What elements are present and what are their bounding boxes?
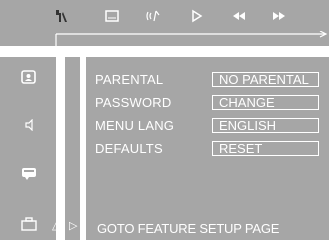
password-label: PASSWORD bbox=[95, 95, 172, 110]
speaker-icon[interactable] bbox=[25, 119, 35, 131]
parental-label: PARENTAL bbox=[95, 72, 164, 87]
right-arrow-icon[interactable]: ▷ bbox=[69, 219, 77, 232]
parental-option[interactable]: NO PARENTAL bbox=[212, 72, 319, 87]
rewind-icon[interactable] bbox=[232, 9, 246, 23]
video-icon[interactable] bbox=[21, 167, 37, 181]
menu-lang-label: MENU LANG bbox=[95, 118, 175, 133]
top-toolbar bbox=[0, 0, 329, 47]
play-icon[interactable] bbox=[191, 9, 203, 23]
password-option[interactable]: CHANGE bbox=[212, 95, 319, 110]
defaults-label: DEFAULTS bbox=[95, 141, 163, 156]
subtitle-icon[interactable] bbox=[105, 9, 119, 23]
menu-stripe bbox=[65, 57, 80, 240]
side-menu bbox=[0, 57, 56, 240]
menu-lang-option[interactable]: ENGLISH bbox=[212, 118, 319, 133]
up-arrow-icon[interactable]: △ bbox=[52, 219, 60, 232]
menu-connector-line bbox=[55, 31, 328, 47]
audio-icon[interactable] bbox=[146, 9, 162, 23]
general-setup-icon[interactable] bbox=[21, 70, 36, 84]
setup-tools-icon[interactable] bbox=[54, 9, 68, 23]
status-hint: GOTO FEATURE SETUP PAGE bbox=[97, 221, 280, 236]
preference-icon[interactable] bbox=[21, 217, 37, 231]
fast-forward-icon[interactable] bbox=[272, 9, 286, 23]
defaults-option[interactable]: RESET bbox=[212, 141, 319, 156]
